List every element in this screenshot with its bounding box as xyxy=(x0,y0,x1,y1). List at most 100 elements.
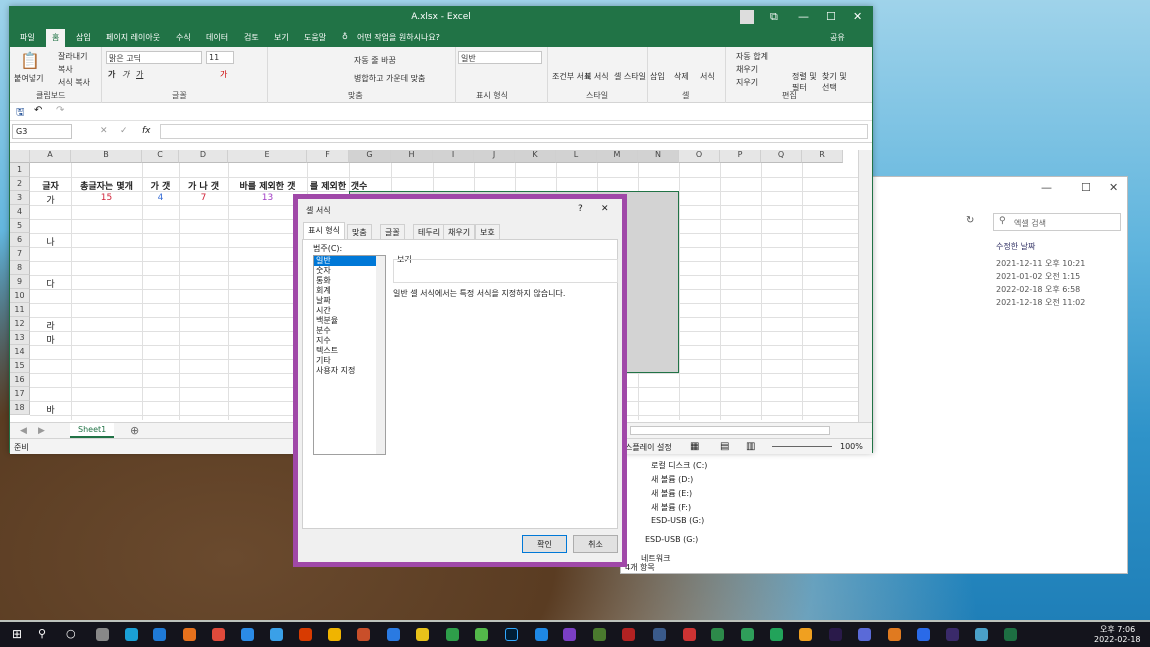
column-header[interactable]: O xyxy=(679,150,720,163)
list-item[interactable]: 날짜 xyxy=(314,296,385,306)
cell-value[interactable]: 가 xyxy=(30,193,71,206)
ribbon-display-icon[interactable]: ⧉ xyxy=(770,10,778,24)
tab-font[interactable]: 글꼴 xyxy=(380,224,405,239)
cell-value[interactable]: 15 xyxy=(71,193,142,203)
font-color-icon[interactable]: 가 xyxy=(220,69,227,80)
cell-value[interactable]: 4 xyxy=(142,193,179,203)
format-painter-button[interactable]: 서식 복사 xyxy=(58,77,90,88)
tab-alignment[interactable]: 맞춤 xyxy=(347,224,372,239)
list-item[interactable]: 백분율 xyxy=(314,316,385,326)
maximize-icon[interactable]: ☐ xyxy=(1081,181,1091,194)
chrome-icon[interactable] xyxy=(212,628,225,641)
column-header[interactable]: E xyxy=(228,150,307,163)
office-icon[interactable] xyxy=(299,628,312,641)
italic-icon[interactable]: 가 xyxy=(122,69,129,80)
horizontal-scrollbar[interactable] xyxy=(630,426,830,435)
autosum-button[interactable]: 자동 합계 xyxy=(736,51,768,62)
nav-drive[interactable]: ESD-USB (G:) xyxy=(645,535,698,544)
table-header[interactable]: 가 갯 xyxy=(142,179,179,192)
column-header[interactable]: N xyxy=(638,150,679,163)
row-header[interactable]: 17 xyxy=(10,387,30,401)
page-break-icon[interactable]: ▥ xyxy=(746,441,755,452)
name-box[interactable]: G3 xyxy=(12,124,72,139)
column-header[interactable]: A xyxy=(30,150,71,163)
font-name-select[interactable]: 맑은 고딕 xyxy=(106,51,202,64)
row-header[interactable]: 11 xyxy=(10,303,30,317)
row-header[interactable]: 12 xyxy=(10,317,30,331)
row-header[interactable]: 15 xyxy=(10,359,30,373)
mail-icon[interactable] xyxy=(270,628,283,641)
save-icon[interactable]: 🖫 xyxy=(16,105,25,122)
tell-me-search[interactable]: 어떤 작업을 원하시나요? xyxy=(357,32,440,43)
list-item[interactable]: 회계 xyxy=(314,286,385,296)
next-sheet-icon[interactable]: ▶ xyxy=(38,426,45,436)
list-item[interactable]: 텍스트 xyxy=(314,346,385,356)
search-icon[interactable]: ⚲ xyxy=(38,627,46,640)
edge-icon[interactable] xyxy=(153,628,166,641)
nav-drive[interactable]: 로컬 디스크 (C:) xyxy=(651,460,707,471)
table-header[interactable]: 갯수 xyxy=(349,179,369,192)
tab-review[interactable]: 검토 xyxy=(244,32,259,43)
row-header[interactable]: 10 xyxy=(10,289,30,303)
tab-help[interactable]: 도움말 xyxy=(304,32,326,43)
fill-button[interactable]: 채우기 xyxy=(736,64,758,75)
tab-home[interactable]: 홈 xyxy=(46,29,66,47)
column-header[interactable]: P xyxy=(720,150,761,163)
visual-studio-icon[interactable] xyxy=(563,628,576,641)
table-header[interactable]: 총글자는 몇개 xyxy=(71,179,142,192)
format-cells-dialog[interactable]: 셀 서식 ? ✕ 표시 형식 맞춤 글꼴 테두리 채우기 보호 범주(C): 일… xyxy=(298,199,622,562)
row-header[interactable]: 5 xyxy=(10,219,30,233)
format-button[interactable]: 서식 xyxy=(700,71,715,82)
bold-icon[interactable]: 가 xyxy=(108,69,115,80)
app-icon[interactable] xyxy=(888,628,901,641)
column-header[interactable]: D xyxy=(179,150,228,163)
redo-icon[interactable]: ↷ xyxy=(56,105,64,116)
row-header[interactable]: 7 xyxy=(10,247,30,261)
cell-value[interactable]: 다 xyxy=(30,277,71,290)
row-header[interactable]: 3 xyxy=(10,191,30,205)
app-icon[interactable] xyxy=(653,628,666,641)
share-button[interactable]: 공유 xyxy=(830,32,845,43)
cancel-button[interactable]: 취소 xyxy=(573,535,618,553)
nav-drive[interactable]: ESD-USB (G:) xyxy=(651,516,704,525)
app-icon[interactable] xyxy=(946,628,959,641)
app-icon[interactable] xyxy=(975,628,988,641)
column-header[interactable]: Q xyxy=(761,150,802,163)
close-icon[interactable]: ✕ xyxy=(853,10,862,23)
folder-icon[interactable] xyxy=(328,628,341,641)
row-header[interactable]: 6 xyxy=(10,233,30,247)
cut-button[interactable]: 잘라내기 xyxy=(58,51,87,62)
firefox-icon[interactable] xyxy=(183,628,196,641)
search-input[interactable]: ⚲ 엑셀 검색 xyxy=(993,213,1121,231)
row-header[interactable]: 9 xyxy=(10,275,30,289)
nav-drive[interactable]: 새 볼륨 (D:) xyxy=(651,474,693,485)
row-header[interactable]: 13 xyxy=(10,331,30,345)
cell-styles-button[interactable]: 셀 스타일 xyxy=(614,71,646,82)
minimize-icon[interactable]: — xyxy=(1041,181,1052,194)
nav-drive[interactable]: 새 볼륨 (F:) xyxy=(651,502,691,513)
insert-button[interactable]: 삽입 xyxy=(650,71,665,82)
date-column-header[interactable]: 수정한 날짜 xyxy=(996,241,1035,252)
number-format-select[interactable]: 일반 xyxy=(458,51,542,64)
enter-icon[interactable]: ✓ xyxy=(120,126,128,136)
nav-drive[interactable]: 새 볼륨 (E:) xyxy=(651,488,692,499)
zoom-slider[interactable] xyxy=(772,446,832,447)
cell-value[interactable]: 라 xyxy=(30,319,71,332)
row-header[interactable]: 18 xyxy=(10,401,30,415)
tab-page-layout[interactable]: 페이지 레이아웃 xyxy=(106,32,160,43)
refresh-icon[interactable]: ↻ xyxy=(966,215,974,226)
sheet-tab[interactable]: Sheet1 xyxy=(70,423,115,438)
column-header[interactable]: K xyxy=(515,150,556,163)
task-view-icon[interactable] xyxy=(96,628,109,641)
app-icon[interactable] xyxy=(917,628,930,641)
app-icon[interactable] xyxy=(446,628,459,641)
row-header[interactable]: 4 xyxy=(10,205,30,219)
ok-button[interactable]: 확인 xyxy=(522,535,567,553)
row-header[interactable]: 1 xyxy=(10,163,30,177)
premiere-icon[interactable] xyxy=(829,628,842,641)
help-icon[interactable]: ? xyxy=(578,204,583,214)
filezilla-icon[interactable] xyxy=(622,628,635,641)
cell-value[interactable]: 마 xyxy=(30,333,71,346)
cell-value[interactable]: 나 xyxy=(30,235,71,248)
list-item[interactable]: 통화 xyxy=(314,276,385,286)
